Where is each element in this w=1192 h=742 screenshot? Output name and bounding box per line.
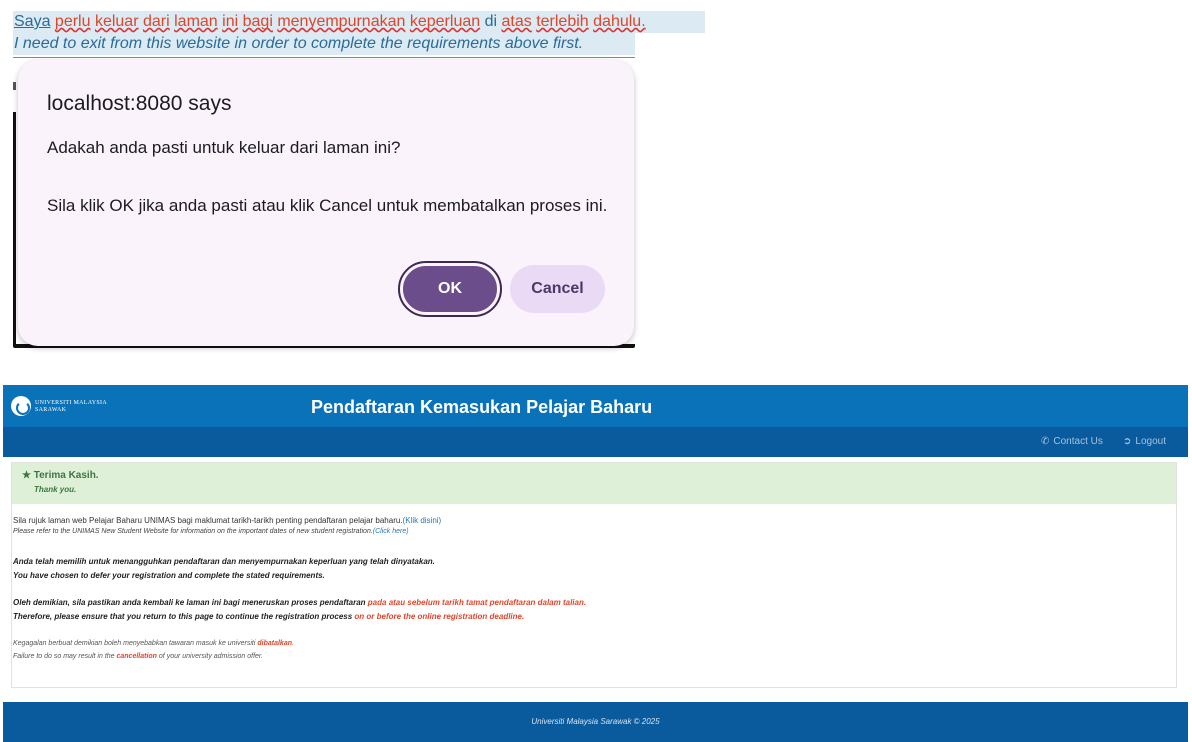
dialog-title: localhost:8080 says xyxy=(47,92,232,115)
contact-us-link[interactable]: ✆ Contact Us xyxy=(1041,436,1103,447)
word: Saya xyxy=(14,13,51,30)
cancellation-text: cancellation xyxy=(116,653,157,660)
dibatalkan-text: dibatalkan xyxy=(257,640,292,647)
logo-line: SARAWAK xyxy=(35,407,67,413)
defer-ms: Anda telah memilih untuk menangguhkan pe… xyxy=(13,557,435,566)
divider xyxy=(13,82,16,90)
return-en-text: Therefore, please ensure that you return… xyxy=(13,612,355,621)
info-ms: Sila rujuk laman web Pelajar Baharu UNIM… xyxy=(13,516,441,525)
info-en-text: Please refer to the UNIMAS New Student W… xyxy=(13,528,373,535)
navbar: ✆ Contact Us ➲ Logout xyxy=(3,427,1188,457)
copyright-text: Universiti Malaysia Sarawak © 2025 xyxy=(531,717,660,726)
divider xyxy=(13,112,16,344)
warning-ms-end: . xyxy=(292,640,294,647)
return-ms-text: Oleh demikian, sila pastikan anda kembal… xyxy=(13,598,368,607)
deadline-ms: pada atau sebelum tarikh tamat pendaftar… xyxy=(367,598,587,607)
logout-icon: ➲ xyxy=(1123,436,1132,447)
dialog-instruction: Sila klik OK jika anda pasti atau klik C… xyxy=(47,196,608,215)
word: perlu xyxy=(54,13,91,30)
thanks-heading: ★ Terima Kasih. xyxy=(22,470,99,481)
confirm-dialog: localhost:8080 says Adakah anda pasti un… xyxy=(18,60,634,346)
klik-disini-link[interactable]: (Klik disini) xyxy=(403,516,442,525)
thanks-ms: Terima Kasih. xyxy=(33,470,99,481)
success-alert: ★ Terima Kasih. Thank you. xyxy=(12,463,1176,504)
word: terlebih xyxy=(536,13,589,30)
star-icon: ★ xyxy=(22,470,31,481)
logout-link[interactable]: ➲ Logout xyxy=(1123,436,1166,447)
footer: Universiti Malaysia Sarawak © 2025 xyxy=(3,702,1188,742)
word: menyempurnakan xyxy=(277,13,406,30)
defer-en: You have chosen to defer your registrati… xyxy=(13,571,325,580)
word: bagi xyxy=(242,13,273,30)
warning-en-text: Failure to do so may result in the xyxy=(13,653,117,660)
contact-us-label: Contact Us xyxy=(1053,436,1103,447)
deadline-en: on or before the online registration dea… xyxy=(354,612,525,621)
warning-en-end: of your university admission offer. xyxy=(156,653,263,660)
dialog-question: Adakah anda pasti untuk keluar dari lama… xyxy=(47,138,401,157)
word: dahulu. xyxy=(593,13,646,30)
phone-icon: ✆ xyxy=(1041,436,1050,447)
english-instruction-line: I need to exit from this website in orde… xyxy=(13,33,635,55)
info-en: Please refer to the UNIMAS New Student W… xyxy=(13,528,409,535)
word: keluar xyxy=(94,13,139,30)
info-ms-text: Sila rujuk laman web Pelajar Baharu UNIM… xyxy=(13,516,403,525)
word: laman xyxy=(174,13,218,30)
malay-instruction-line: Saya perlu keluar dari laman ini bagi me… xyxy=(13,11,705,33)
word: atas xyxy=(501,13,532,30)
word: keperluan xyxy=(409,13,481,30)
cancel-button[interactable]: Cancel xyxy=(510,265,605,313)
ok-button[interactable]: OK xyxy=(398,261,502,317)
return-en: Therefore, please ensure that you return… xyxy=(13,612,524,621)
warning-en: Failure to do so may result in the cance… xyxy=(13,653,263,660)
word: ini xyxy=(222,13,239,30)
logo-line: UNIVERSITI MALAYSIA xyxy=(35,400,107,406)
message-snippet: Saya perlu keluar dari laman ini bagi me… xyxy=(0,0,712,352)
header-banner: UNIVERSITI MALAYSIA SARAWAK Pendaftaran … xyxy=(3,385,1188,427)
word: dari xyxy=(142,13,170,30)
logo-text: UNIVERSITI MALAYSIA SARAWAK xyxy=(35,400,107,414)
thanks-en: Thank you. xyxy=(34,485,77,494)
divider xyxy=(13,57,635,58)
registration-page: UNIVERSITI MALAYSIA SARAWAK Pendaftaran … xyxy=(3,385,1188,742)
university-logo-icon xyxy=(11,396,31,416)
page-title: Pendaftaran Kemasukan Pelajar Baharu xyxy=(311,397,653,417)
return-ms: Oleh demikian, sila pastikan anda kembal… xyxy=(13,598,586,607)
warning-ms-text: Kegagalan berbuat demikian boleh menyeba… xyxy=(13,640,258,647)
content-panel: ★ Terima Kasih. Thank you. Sila rujuk la… xyxy=(11,462,1177,688)
logout-label: Logout xyxy=(1135,436,1166,447)
click-here-link[interactable]: (Click here) xyxy=(373,528,409,535)
word: di xyxy=(484,13,498,30)
warning-ms: Kegagalan berbuat demikian boleh menyeba… xyxy=(13,640,294,647)
